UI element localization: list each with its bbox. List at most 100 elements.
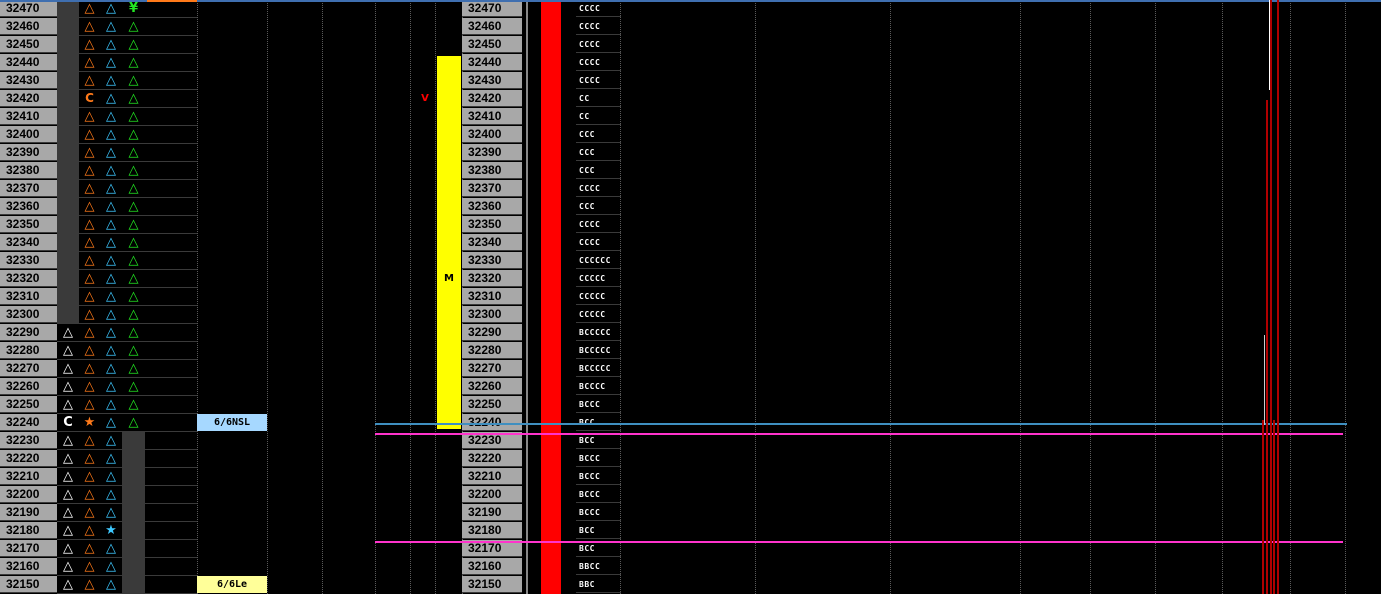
ladder-row: 32400 △ △ △ 32400 CCC [0,126,1381,144]
price-cell: 32350 [0,216,57,233]
magenta-level-line [375,433,1343,435]
triangle-icon: △ [100,216,122,234]
price-cell: 32170 [0,540,57,557]
price-cell: 32290 [0,324,57,341]
empty-column-cell [145,450,197,468]
triangle-icon: △ [79,144,100,162]
price-cell-2: 32380 [462,162,522,179]
triangle-icon: △ [100,90,122,108]
triangle-icon: △ [100,432,122,450]
price-cell: 32420 [0,90,57,107]
triangle-icon: △ [122,72,145,90]
triangle-icon: △ [79,378,100,396]
price-cell: 32320 [0,270,57,287]
triangle-icon: △ [79,504,100,522]
tpo-letters: CCC [576,162,621,179]
triangle-icon: △ [100,288,122,306]
triangle-icon: △ [100,306,122,324]
empty-cell [57,216,79,234]
empty-cell [57,18,79,36]
empty-column-cell [145,36,197,54]
triangle-icon: △ [100,72,122,90]
ladder-row: 32410 △ △ △ 32410 CC [0,108,1381,126]
price-cell: 32360 [0,198,57,215]
triangle-icon: △ [122,144,145,162]
empty-cell [57,288,79,306]
triangle-icon: △ [57,504,79,522]
triangle-icon: △ [57,360,79,378]
empty-column-cell [145,486,197,504]
price-cell-2: 32390 [462,144,522,161]
ladder-row: 32260 △ △ △ △ 32260 BCCCC [0,378,1381,396]
price-cell: 32460 [0,18,57,35]
triangle-icon: △ [122,288,145,306]
top-border-line [0,0,1381,2]
triangle-icon: △ [122,90,145,108]
triangle-icon: △ [122,396,145,414]
triangle-icon: △ [100,540,122,558]
triangle-icon: △ [122,126,145,144]
triangle-icon: △ [79,468,100,486]
triangle-icon: △ [79,126,100,144]
price-cell-2: 32190 [462,504,522,521]
triangle-icon: △ [79,450,100,468]
profile-vertical-line [1277,0,1279,594]
price-cell: 32390 [0,144,57,161]
empty-cell [57,108,79,126]
price-cell-2: 32420 [462,90,522,107]
tpo-letters: CCC [576,126,621,143]
triangle-icon: △ [79,432,100,450]
empty-cell [122,558,145,576]
empty-column-cell [145,306,197,324]
empty-cell [122,522,145,540]
le-label: 6/6Le [197,576,267,593]
triangle-icon: △ [122,54,145,72]
price-cell-2: 32340 [462,234,522,251]
price-cell-2: 32280 [462,342,522,359]
ladder-row: 32210 △ △ △ 32210 BCCC [0,468,1381,486]
triangle-icon: △ [122,270,145,288]
price-cell-2: 32400 [462,126,522,143]
ladder-row: 32310 △ △ △ 32310 CCCCC [0,288,1381,306]
triangle-icon: △ [57,396,79,414]
price-cell-2: 32450 [462,36,522,53]
triangle-icon: △ [100,18,122,36]
ladder-row: 32390 △ △ △ 32390 CCC [0,144,1381,162]
tpo-letters: BCCC [576,450,621,467]
tpo-letters: BCCC [576,468,621,485]
white-vertical-line-2 [1264,335,1265,425]
tpo-letters: BBC [576,576,621,593]
ladder-row: 32450 △ △ △ 32450 CCCC [0,36,1381,54]
empty-cell [122,468,145,486]
price-cell: 32440 [0,54,57,71]
ladder-row: 32470 △ △ ¥32470 CCCC [0,0,1381,18]
price-cell-2: 32150 [462,576,522,593]
tpo-letters: BCCCC [576,378,621,395]
steel-level-line [375,423,1347,425]
price-cell: 32380 [0,162,57,179]
yen-icon: ¥ [122,0,145,18]
ladder-row: 32380 △ △ △ 32380 CCC [0,162,1381,180]
empty-column-cell [145,54,197,72]
triangle-icon: △ [100,360,122,378]
triangle-icon: △ [100,162,122,180]
tpo-letters: CCCC [576,18,621,35]
price-cell-2: 32460 [462,18,522,35]
triangle-icon: △ [100,486,122,504]
triangle-icon: △ [79,234,100,252]
triangle-icon: △ [79,558,100,576]
price-cell-2: 32250 [462,396,522,413]
triangle-icon: △ [122,162,145,180]
triangle-icon: △ [100,324,122,342]
triangle-icon: △ [100,414,122,432]
ladder-row: 32220 △ △ △ 32220 BCCC [0,450,1381,468]
price-cell: 32190 [0,504,57,521]
triangle-icon: △ [57,522,79,540]
price-cell: 32330 [0,252,57,269]
price-cell-2: 32210 [462,468,522,485]
price-cell-2: 32290 [462,324,522,341]
tpo-letters: BCCCCC [576,360,621,377]
triangle-icon: △ [79,360,100,378]
ladder-row: 32280 △ △ △ △ 32280 BCCCCC [0,342,1381,360]
empty-column-cell [145,396,197,414]
